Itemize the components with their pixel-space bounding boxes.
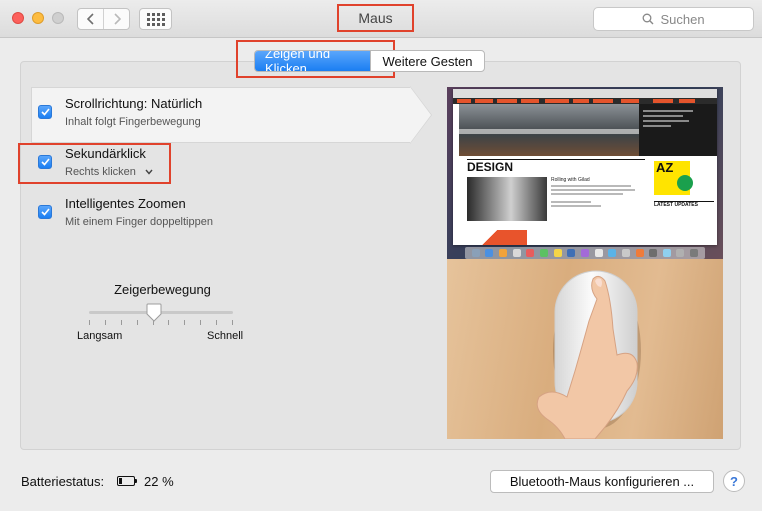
secondary-click-dropdown[interactable]: Rechts klicken [65,164,153,180]
dropdown-value: Rechts klicken [65,166,136,178]
slider-min-label: Langsam [77,330,123,342]
slider-max-label: Schnell [207,330,244,342]
option-text: Sekundärklick Rechts klicken [65,146,153,180]
checkmark-icon [40,208,50,216]
option-title: Sekundärklick [65,146,146,161]
chevron-down-icon [145,167,153,177]
slider-tick [105,320,106,325]
preview-article-heading: Rolling with Gilad [551,177,590,183]
slider-tick [137,320,138,325]
smart-zoom-checkbox[interactable] [38,205,52,219]
show-all-button[interactable] [139,8,172,30]
checkmark-icon [40,108,50,116]
help-button[interactable]: ? [723,470,745,492]
slider-tick [168,320,169,325]
back-button[interactable] [78,9,103,29]
slider-tick [121,320,122,325]
gesture-preview-image: DESIGN Rolling with Gilad AZ LATEST UPDA… [447,87,723,439]
option-secondary-click[interactable]: Sekundärklick Rechts klicken [38,146,153,180]
zoom-window-button[interactable] [52,12,64,24]
hand-on-mouse-illustration [536,270,641,439]
navigation-group [77,8,130,30]
option-smart-zoom[interactable]: Intelligentes Zoomen Mit einem Finger do… [38,196,213,230]
option-title: Intelligentes Zoomen [65,196,186,211]
close-window-button[interactable] [12,12,24,24]
slider-tick [216,320,217,325]
mouse-preferences-window: Maus Suchen Zeigen und Klicken Weitere G… [0,0,762,511]
battery-icon [117,476,137,486]
search-icon [643,13,654,25]
option-subtitle: Mit einem Finger doppeltippen [65,216,213,228]
chevron-right-icon [113,13,121,25]
slider-tick [89,320,90,325]
scroll-direction-checkbox[interactable] [38,105,52,119]
chevron-left-icon [86,13,94,25]
tracking-speed-thumb[interactable] [146,303,162,323]
tab-more-gestures[interactable]: Weitere Gesten [370,51,484,71]
option-subtitle: Inhalt folgt Fingerbewegung [65,116,201,128]
tracking-speed-label: Zeigerbewegung [114,282,211,297]
option-text: Scrollrichtung: Natürlich Inhalt folgt F… [65,96,202,130]
minimize-window-button[interactable] [32,12,44,24]
search-field[interactable]: Suchen [593,7,754,31]
checkmark-icon [40,158,50,166]
window-title: Maus [337,4,414,32]
option-scroll-direction[interactable]: Scrollrichtung: Natürlich Inhalt folgt F… [38,96,202,130]
preview-design-heading: DESIGN [467,160,514,174]
slider-tick [184,320,185,325]
grid-icon [146,12,165,26]
secondary-click-checkbox[interactable] [38,155,52,169]
preview-screen: DESIGN Rolling with Gilad AZ LATEST UPDA… [447,87,723,259]
battery-status-value: 22 % [144,474,174,489]
tab-bar: Zeigen und Klicken Weitere Gesten [254,50,485,72]
option-title: Scrollrichtung: Natürlich [65,96,203,111]
slider-tick [232,320,233,325]
forward-button[interactable] [103,9,129,29]
slider-tick [200,320,201,325]
tab-point-and-click[interactable]: Zeigen und Klicken [255,51,370,71]
option-text: Intelligentes Zoomen Mit einem Finger do… [65,196,213,230]
preview-latest-updates: LATEST UPDATES [654,202,698,208]
configure-bluetooth-mouse-button[interactable]: Bluetooth-Maus konfigurieren ... [490,470,714,493]
preview-dock [465,247,705,259]
preview-browser: DESIGN Rolling with Gilad AZ LATEST UPDA… [453,89,717,245]
selection-arrow-fill [410,87,431,143]
search-placeholder: Suchen [660,11,705,27]
toolbar: Maus Suchen [0,0,762,38]
battery-status-label: Batteriestatus: [21,474,105,489]
